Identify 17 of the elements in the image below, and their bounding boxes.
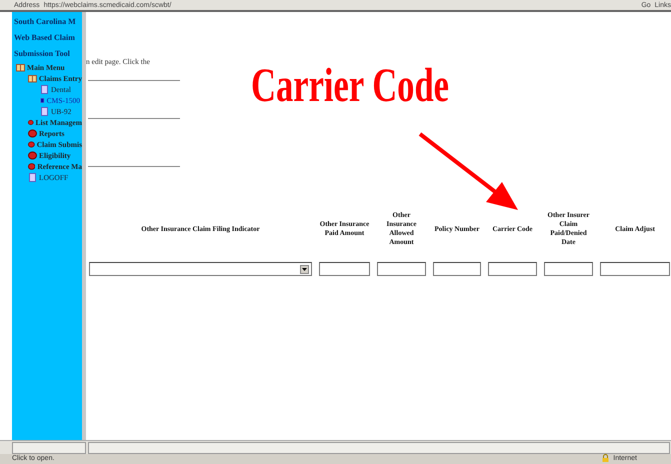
page-icon (28, 173, 37, 182)
caret-icon (301, 266, 308, 272)
input-field[interactable] (544, 262, 593, 276)
input-field[interactable] (377, 262, 426, 276)
input-field[interactable] (319, 262, 370, 276)
input-field[interactable] (433, 262, 481, 276)
scrollbar[interactable] (88, 442, 670, 454)
scrollbar[interactable] (12, 442, 86, 454)
lock-icon (602, 454, 610, 462)
input-field[interactable] (600, 262, 670, 276)
dropdown-field[interactable] (89, 262, 312, 276)
sidebar-title: Submission Tool (14, 48, 71, 60)
dropdown-button[interactable] (300, 264, 309, 274)
sidebar-title: South Carolina M (14, 16, 77, 28)
callout-text: Carrier Code (251, 62, 449, 110)
input-field[interactable] (488, 262, 537, 276)
sidebar-title: Web Based Claim (14, 32, 76, 44)
